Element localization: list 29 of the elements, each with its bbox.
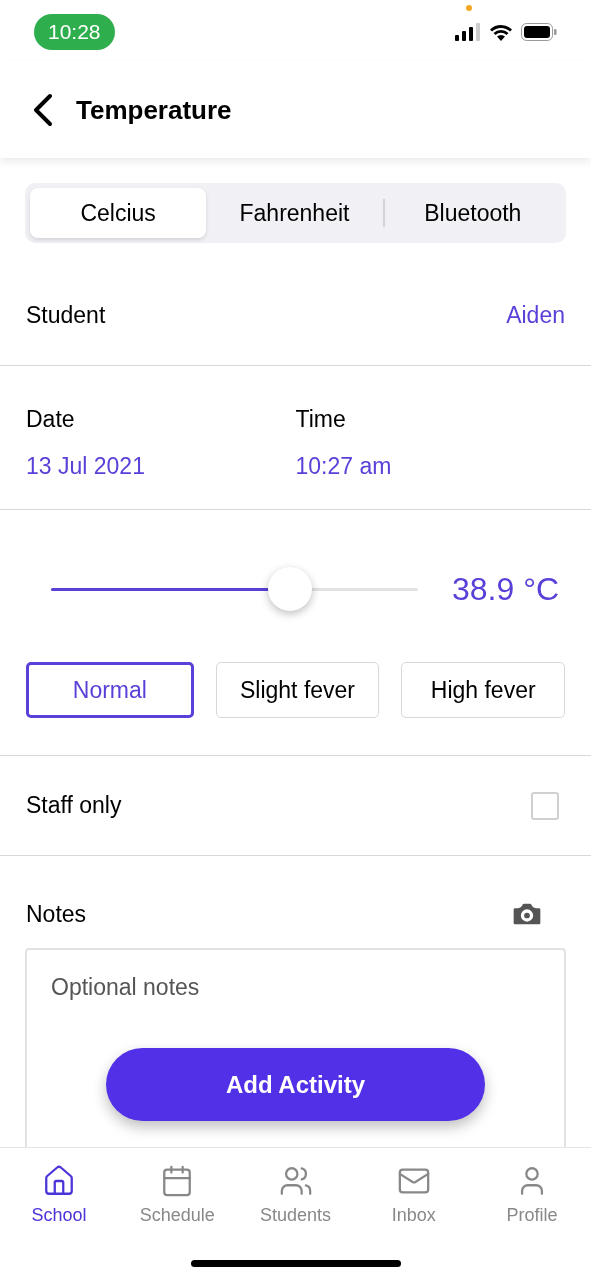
field-value[interactable]: 13 Jul 2021 xyxy=(26,448,296,483)
status-time: 10:28 xyxy=(34,14,115,50)
segment-tab[interactable]: Fahrenheit xyxy=(206,188,383,238)
temperature-slider[interactable] xyxy=(51,566,418,612)
tab-bar-item[interactable]: Students xyxy=(236,1157,355,1229)
fever-option[interactable]: High fever xyxy=(401,662,565,718)
wifi-icon xyxy=(489,23,513,41)
signal-icon xyxy=(455,23,481,41)
tab-bar-item[interactable]: Schedule xyxy=(118,1157,237,1229)
fever-option[interactable]: Normal xyxy=(26,662,194,718)
staff-only-label: Staff only xyxy=(26,791,122,821)
fever-option[interactable]: Slight fever xyxy=(215,662,380,718)
staff-only-checkbox[interactable] xyxy=(531,791,559,820)
add-activity-button[interactable]: Add Activity xyxy=(106,1048,485,1121)
battery-icon xyxy=(521,23,557,41)
field-label: Time xyxy=(295,405,347,434)
tab-bar-item[interactable]: Inbox xyxy=(354,1157,473,1229)
tab-bar-item[interactable]: Profile xyxy=(472,1157,591,1229)
student-label: Student xyxy=(26,301,106,331)
page-title: Temperature xyxy=(76,93,232,127)
notes-label: Notes xyxy=(26,899,87,929)
slider-thumb[interactable] xyxy=(267,567,312,611)
tab-bar-item[interactable]: School xyxy=(0,1157,119,1229)
student-value[interactable]: Aiden xyxy=(506,298,565,333)
segment-tab[interactable]: Bluetooth xyxy=(384,188,561,238)
temperature-reading: 38.9 °C xyxy=(452,570,560,609)
segment-tab[interactable]: Celcius xyxy=(30,188,207,238)
field-value[interactable]: 10:27 am xyxy=(295,448,565,483)
field-label: Date xyxy=(26,405,76,434)
